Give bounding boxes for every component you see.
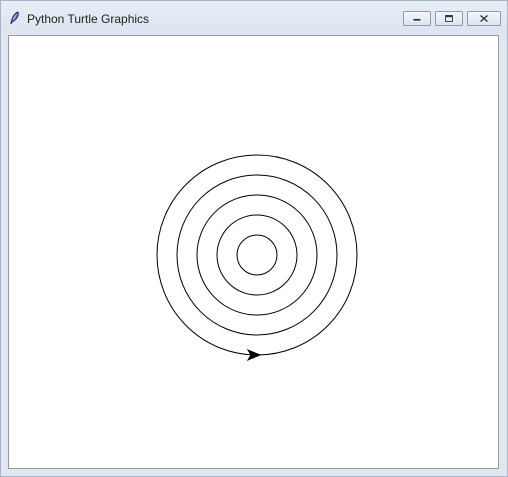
close-icon — [480, 14, 488, 23]
restore-icon — [445, 15, 453, 22]
turtle-canvas-area[interactable] — [8, 35, 499, 469]
maximize-button[interactable] — [435, 11, 463, 26]
turtle-canvas[interactable] — [9, 36, 498, 468]
minimize-button[interactable] — [403, 11, 431, 26]
minimize-icon — [413, 18, 421, 21]
title-bar[interactable]: Python Turtle Graphics — [1, 1, 507, 34]
window-title: Python Turtle Graphics — [27, 12, 150, 26]
drawn-circle — [216, 214, 298, 296]
close-button[interactable] — [467, 11, 501, 26]
turtle-window: Python Turtle Graphics — [0, 0, 508, 477]
feather-icon — [10, 11, 19, 25]
drawn-circle — [156, 154, 358, 356]
drawn-circle — [236, 234, 278, 276]
drawn-circle — [196, 194, 318, 316]
drawn-circle — [176, 174, 338, 336]
